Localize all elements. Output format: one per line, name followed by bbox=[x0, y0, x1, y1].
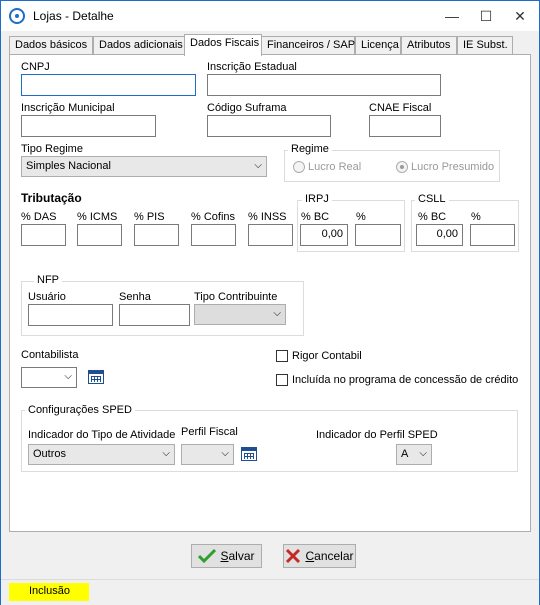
incluida-programa-label: Incluída no programa de concessão de cré… bbox=[292, 374, 519, 386]
senha-field[interactable] bbox=[119, 304, 190, 326]
close-icon bbox=[286, 548, 301, 564]
tipo-atividade-value: Outros bbox=[33, 448, 67, 460]
inscricao-municipal-label: Inscrição Municipal bbox=[21, 102, 115, 114]
irpj-bc-field[interactable]: 0,00 bbox=[300, 224, 348, 246]
tipo-atividade-label: Indicador do Tipo de Atividade bbox=[28, 429, 176, 441]
irpj-bc-label: % BC bbox=[301, 211, 330, 223]
tipo-regime-label: Tipo Regime bbox=[21, 143, 83, 155]
tipo-regime-select[interactable]: Simples Nacional ⌵ bbox=[21, 156, 267, 177]
csll-pct-label: % bbox=[471, 211, 481, 223]
status-bar: Inclusão bbox=[1, 579, 539, 605]
maximize-button[interactable]: ☐ bbox=[469, 1, 503, 31]
indicador-perfil-value: A bbox=[401, 448, 409, 460]
contabilista-select[interactable]: ⌵ bbox=[21, 367, 77, 388]
senha-label: Senha bbox=[119, 291, 151, 303]
cancelar-mnemonic: C bbox=[305, 549, 315, 563]
app-icon bbox=[9, 8, 25, 24]
salvar-label: alvar bbox=[228, 549, 255, 563]
incluida-programa-checkbox[interactable] bbox=[276, 374, 288, 386]
das-label: % DAS bbox=[21, 211, 57, 223]
tab-dados-fiscais[interactable]: Dados Fiscais bbox=[184, 34, 262, 56]
icms-field[interactable] bbox=[77, 224, 122, 246]
chevron-down-icon: ⌵ bbox=[273, 308, 281, 319]
cofins-label: % Cofins bbox=[191, 211, 236, 223]
check-icon bbox=[198, 548, 217, 564]
inscricao-estadual-label: Inscrição Estadual bbox=[207, 61, 297, 73]
tab-dados-basicos[interactable]: Dados básicos bbox=[9, 36, 93, 55]
indicador-perfil-select[interactable]: A ⌵ bbox=[396, 444, 432, 465]
csll-pct-field[interactable] bbox=[470, 224, 515, 246]
window-title: Lojas - Detalhe bbox=[33, 9, 114, 23]
usuario-field[interactable] bbox=[28, 304, 113, 326]
inss-label: % INSS bbox=[248, 211, 287, 223]
pis-label: % PIS bbox=[134, 211, 165, 223]
minimize-button[interactable]: — bbox=[435, 1, 469, 31]
lucro-presumido-label: Lucro Presumido bbox=[411, 161, 495, 173]
irpj-title: IRPJ bbox=[302, 193, 332, 205]
tab-dados-adicionais[interactable]: Dados adicionais bbox=[93, 36, 185, 55]
tab-ie-subst[interactable]: IE Subst. bbox=[457, 36, 513, 55]
csll-title: CSLL bbox=[415, 193, 449, 205]
chevron-down-icon: ⌵ bbox=[254, 160, 262, 171]
chevron-down-icon: ⌵ bbox=[64, 371, 72, 382]
sped-title: Configurações SPED bbox=[25, 404, 135, 416]
tipo-contribuinte-label: Tipo Contribuinte bbox=[194, 291, 278, 303]
regime-title: Regime bbox=[288, 143, 332, 155]
lojas-detalhe-window: Lojas - Detalhe — ☐ ✕ Dados básicos Dado… bbox=[0, 0, 540, 605]
cnae-fiscal-field[interactable] bbox=[369, 115, 441, 137]
cnpj-label: CNPJ bbox=[21, 61, 50, 73]
tributacao-title: Tributação bbox=[21, 191, 82, 205]
csll-bc-field[interactable]: 0,00 bbox=[416, 224, 463, 246]
inss-field[interactable] bbox=[248, 224, 293, 246]
tab-financeiros-sap[interactable]: Financeiros / SAP bbox=[261, 36, 355, 55]
inscricao-municipal-field[interactable] bbox=[21, 115, 156, 137]
cnae-fiscal-label: CNAE Fiscal bbox=[369, 102, 432, 114]
chevron-down-icon: ⌵ bbox=[419, 448, 427, 459]
tab-licenca[interactable]: Licença bbox=[355, 36, 401, 55]
codigo-suframa-field[interactable] bbox=[207, 115, 331, 137]
cofins-field[interactable] bbox=[191, 224, 236, 246]
status-mode: Inclusão bbox=[9, 583, 89, 601]
cnpj-field[interactable] bbox=[21, 74, 196, 96]
usuario-label: Usuário bbox=[28, 291, 66, 303]
calendar-icon[interactable] bbox=[88, 370, 104, 384]
calendar-icon[interactable] bbox=[241, 447, 257, 461]
chevron-down-icon: ⌵ bbox=[162, 448, 170, 459]
rigor-contabil-label: Rigor Contabil bbox=[292, 350, 362, 362]
title-bar: Lojas - Detalhe — ☐ ✕ bbox=[1, 1, 539, 31]
lucro-real-label: Lucro Real bbox=[308, 161, 362, 173]
tipo-contribuinte-select[interactable]: ⌵ bbox=[194, 304, 286, 325]
tipo-regime-value: Simples Nacional bbox=[26, 160, 111, 172]
irpj-pct-field[interactable] bbox=[355, 224, 401, 246]
codigo-suframa-label: Código Suframa bbox=[207, 102, 287, 114]
contabilista-label: Contabilista bbox=[21, 349, 79, 361]
rigor-contabil-checkbox[interactable] bbox=[276, 350, 288, 362]
lucro-real-radio[interactable] bbox=[293, 161, 305, 173]
pis-field[interactable] bbox=[134, 224, 179, 246]
icms-label: % ICMS bbox=[77, 211, 118, 223]
tab-atributos[interactable]: Atributos bbox=[401, 36, 457, 55]
das-field[interactable] bbox=[21, 224, 66, 246]
perfil-fiscal-select[interactable]: ⌵ bbox=[181, 444, 234, 465]
chevron-down-icon: ⌵ bbox=[221, 448, 229, 459]
close-button[interactable]: ✕ bbox=[503, 1, 537, 31]
perfil-fiscal-label: Perfil Fiscal bbox=[181, 426, 238, 438]
lucro-presumido-radio[interactable] bbox=[396, 161, 408, 173]
tipo-atividade-select[interactable]: Outros ⌵ bbox=[28, 444, 175, 465]
cancelar-button[interactable]: Cancelar bbox=[283, 544, 356, 568]
salvar-mnemonic: S bbox=[220, 549, 229, 563]
csll-bc-label: % BC bbox=[418, 211, 447, 223]
nfp-title: NFP bbox=[34, 274, 62, 286]
indicador-perfil-label: Indicador do Perfil SPED bbox=[316, 429, 438, 441]
inscricao-estadual-field[interactable] bbox=[207, 74, 441, 96]
irpj-pct-label: % bbox=[356, 211, 366, 223]
cancelar-label: ancelar bbox=[314, 549, 354, 563]
salvar-button[interactable]: Salvar bbox=[191, 544, 262, 568]
